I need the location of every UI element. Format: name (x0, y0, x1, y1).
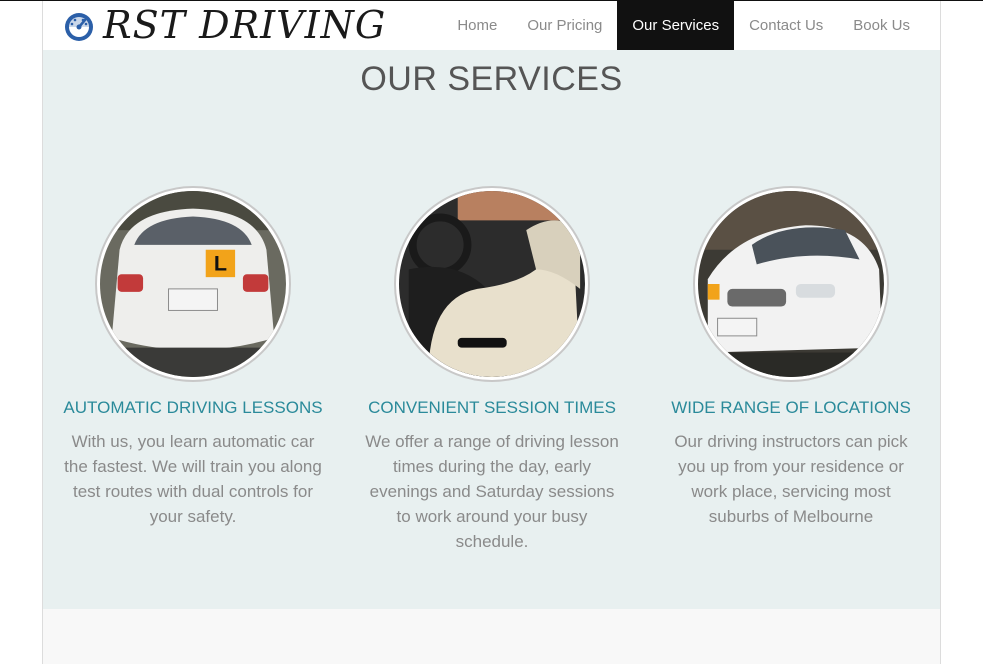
site-header: RST DRIVING Home Our Pricing Our Service… (43, 1, 940, 50)
card-text: With us, you learn automatic car the fas… (64, 432, 322, 526)
car-front-photo (693, 186, 889, 382)
page: RST DRIVING Home Our Pricing Our Service… (42, 1, 941, 664)
svg-text:L: L (214, 251, 227, 275)
service-card-times: CONVENIENT SESSION TIMES We offer a rang… (362, 186, 622, 554)
nav-our-pricing[interactable]: Our Pricing (512, 1, 617, 50)
speedometer-icon (65, 12, 93, 41)
car-rear-image: L (100, 191, 286, 377)
card-title: CONVENIENT SESSION TIMES (368, 398, 616, 417)
car-rear-photo: L (95, 186, 291, 382)
nav-book-us[interactable]: Book Us (838, 1, 925, 50)
nav-our-services[interactable]: Our Services (617, 1, 735, 50)
brand-logo[interactable]: RST DRIVING (63, 1, 386, 50)
car-interior-photo (394, 186, 590, 382)
nav-contact-us[interactable]: Contact Us (734, 1, 838, 50)
card-title: WIDE RANGE OF LOCATIONS (671, 398, 911, 417)
card-title: AUTOMATIC DRIVING LESSONS (63, 398, 323, 417)
car-interior-image (399, 191, 585, 377)
section-title: OUR SERVICES (360, 60, 623, 98)
card-text: We offer a range of driving lesson times… (365, 432, 619, 551)
card-text: Our driving instructors can pick you up … (674, 432, 908, 526)
car-front-image (698, 191, 884, 377)
service-card-automatic: L AUTOMATIC DRIVING LESSONS With us, you… (63, 186, 323, 529)
next-section (43, 609, 940, 664)
nav-home[interactable]: Home (442, 1, 512, 50)
main-nav: Home Our Pricing Our Services Contact Us… (442, 1, 925, 50)
service-card-locations: WIDE RANGE OF LOCATIONS Our driving inst… (661, 186, 921, 529)
brand-name: RST DRIVING (103, 3, 387, 47)
services-section: OUR SERVICES L AUTOMATIC DRIVING LESSONS (43, 50, 940, 609)
